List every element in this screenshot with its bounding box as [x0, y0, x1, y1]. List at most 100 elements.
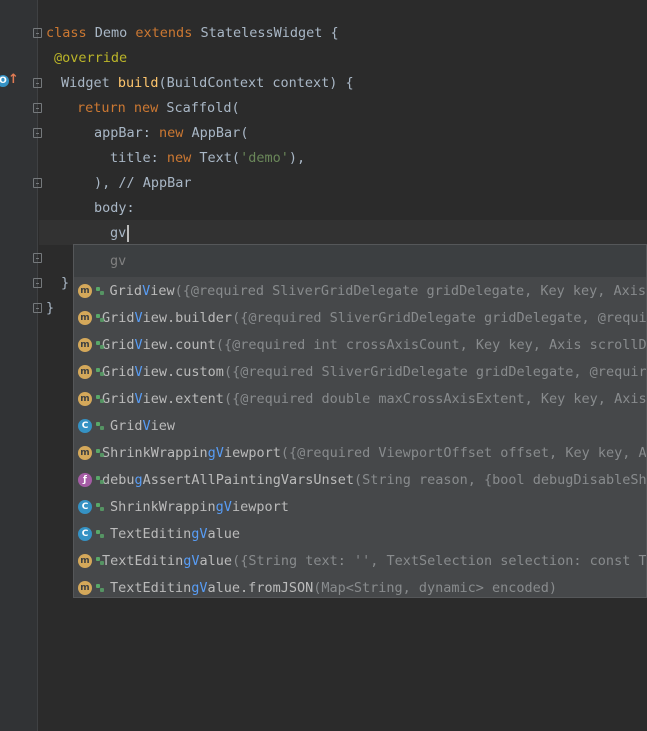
autocomplete-item-signature: ({@required SliverGridDelegate gridDeleg…	[232, 309, 647, 326]
class-icon: C	[78, 526, 92, 541]
method-icon: m	[78, 310, 92, 325]
fold-marker-build[interactable]	[33, 78, 42, 88]
method-icon: m	[78, 337, 92, 352]
autocomplete-item[interactable]: C ShrinkWrappingViewport	[74, 493, 646, 520]
code-line-2: @override	[54, 46, 127, 71]
autocomplete-item-name: ShrinkWrappingViewport	[110, 498, 289, 515]
token-appbar-key: appBar:	[94, 125, 160, 141]
token-stateless: StatelessWidget {	[200, 25, 339, 41]
fold-marker-scaffold[interactable]	[33, 103, 42, 113]
code-line-9: gv	[110, 221, 129, 246]
autocomplete-item[interactable]: m GridView.custom ({@required SliverGridDe…	[74, 358, 646, 385]
autocomplete-item-name: TextEditingValue	[110, 525, 241, 542]
autocomplete-item[interactable]: m TextEditingValue.fromJSON (Map<String, d…	[74, 574, 646, 597]
token-widget: Widget	[61, 75, 118, 91]
code-line-5: appBar: new AppBar(	[94, 121, 248, 146]
up-arrow-icon: ↑	[8, 72, 19, 87]
code-line-1: class Demo extends StatelessWidget {	[46, 21, 339, 46]
autocomplete-item[interactable]: m GridView ({@required SliverGridDelegate …	[74, 277, 646, 304]
autocomplete-item-signature: ({@required SliverGridDelegate gridDeleg…	[174, 282, 646, 299]
code-line-11: }	[61, 271, 69, 296]
autocomplete-item-signature: ({@required double maxCrossAxisExtent, K…	[223, 390, 647, 407]
public-visibility-icon	[96, 502, 104, 511]
public-visibility-icon	[96, 529, 104, 538]
token-appbar: AppBar(	[191, 125, 249, 141]
autocomplete-item-signature: ({@required int crossAxisCount, Key key,…	[215, 336, 647, 353]
token-demo: Demo	[94, 25, 136, 41]
method-icon: m	[78, 553, 92, 568]
public-visibility-icon	[96, 421, 104, 430]
method-icon: m	[78, 445, 92, 460]
method-icon: m	[78, 391, 92, 406]
autocomplete-item[interactable]: m GridView.extent ({@required double maxCr…	[74, 385, 646, 412]
token-return: return	[77, 100, 134, 116]
autocomplete-item-name: ShrinkWrappingViewport	[102, 444, 281, 461]
fold-marker-class-end[interactable]	[33, 303, 42, 313]
token-build: build	[117, 75, 159, 91]
fold-marker-appbar[interactable]	[33, 128, 42, 138]
token-new: new	[166, 150, 200, 166]
public-visibility-icon	[96, 583, 104, 592]
autocomplete-item-name: TextEditingValue	[102, 552, 233, 569]
fold-marker-class[interactable]	[33, 28, 42, 38]
fold-marker-scaffold-end[interactable]	[33, 253, 42, 263]
code-line-3: Widget build(BuildContext context) {	[61, 71, 354, 96]
autocomplete-item-name: debugAssertAllPaintingVarsUnset	[102, 471, 354, 488]
current-line-highlight	[39, 220, 647, 245]
autocomplete-item-name: TextEditingValue.fromJSON	[110, 579, 314, 596]
token-extends: extends	[135, 25, 201, 41]
autocomplete-item-name: GridView.extent	[102, 390, 224, 407]
fold-marker-appbar-end[interactable]	[33, 178, 42, 188]
token-brace: }	[46, 300, 55, 316]
token-text: Text(	[199, 150, 241, 166]
autocomplete-popup[interactable]: gv m GridView ({@required SliverGridDelega…	[73, 244, 647, 598]
autocomplete-typed-text: gv	[74, 245, 646, 277]
token-close: ),	[288, 150, 306, 166]
editor-gutter: O ↑	[0, 0, 42, 731]
method-icon: m	[78, 580, 92, 595]
autocomplete-item-name: GridView.builder	[102, 309, 233, 326]
fold-marker-build-end[interactable]	[33, 278, 42, 288]
token-title-key: title:	[110, 150, 167, 166]
token-override: @override	[54, 50, 128, 66]
autocomplete-item[interactable]: ƒ debugAssertAllPaintingVarsUnset (String …	[74, 466, 646, 493]
autocomplete-item-signature: (String reason, {bool debugDisableSh	[353, 471, 647, 488]
token-build-params: (BuildContext context) {	[158, 75, 354, 91]
text-caret	[127, 224, 129, 242]
autocomplete-item-name: GridView.count	[102, 336, 216, 353]
token-new: new	[159, 125, 192, 141]
token-demo-string: 'demo'	[240, 150, 289, 166]
token-body: body:	[94, 200, 135, 216]
token-new: new	[133, 100, 167, 116]
method-icon: m	[78, 283, 92, 298]
token-appbar-close: ), // AppBar	[94, 175, 192, 191]
method-icon: m	[78, 364, 92, 379]
autocomplete-item-signature: ({@required SliverGridDelegate gridDeleg…	[223, 363, 647, 380]
code-line-6: title: new Text('demo'),	[110, 146, 305, 171]
function-icon: ƒ	[78, 472, 92, 487]
code-line-4: return new Scaffold(	[77, 96, 240, 121]
autocomplete-item[interactable]: m TextEditingValue ({String text: '', Text…	[74, 547, 646, 574]
token-brace: }	[61, 275, 70, 291]
autocomplete-item[interactable]: C GridView	[74, 412, 646, 439]
code-line-8: body:	[94, 196, 135, 221]
autocomplete-item-name: GridView	[110, 417, 176, 434]
autocomplete-item-signature: (Map<String, dynamic> encoded)	[313, 579, 558, 596]
autocomplete-item[interactable]: m ShrinkWrappingViewport ({@required Viewp…	[74, 439, 646, 466]
token-class: class	[46, 25, 95, 41]
autocomplete-item[interactable]: m GridView.builder ({@required SliverGridD…	[74, 304, 646, 331]
autocomplete-item-name: GridView.custom	[102, 363, 224, 380]
token-scaffold: Scaffold(	[166, 100, 240, 116]
autocomplete-item-signature: ({@required ViewportOffset offset, Key k…	[280, 444, 647, 461]
autocomplete-item-signature: ({String text: '', TextSelection selecti…	[232, 552, 647, 569]
class-icon: C	[78, 499, 92, 514]
autocomplete-item[interactable]: C TextEditingValue	[74, 520, 646, 547]
override-gutter-icon[interactable]: O ↑	[0, 72, 19, 91]
class-icon: C	[78, 418, 92, 433]
token-gv: gv	[110, 225, 127, 241]
autocomplete-item[interactable]: m GridView.count ({@required int crossAxis…	[74, 331, 646, 358]
code-line-7: ), // AppBar	[94, 171, 192, 196]
autocomplete-item-name: GridView	[109, 282, 175, 299]
autocomplete-list[interactable]: m GridView ({@required SliverGridDelegate …	[74, 277, 646, 597]
public-visibility-icon	[96, 286, 104, 295]
